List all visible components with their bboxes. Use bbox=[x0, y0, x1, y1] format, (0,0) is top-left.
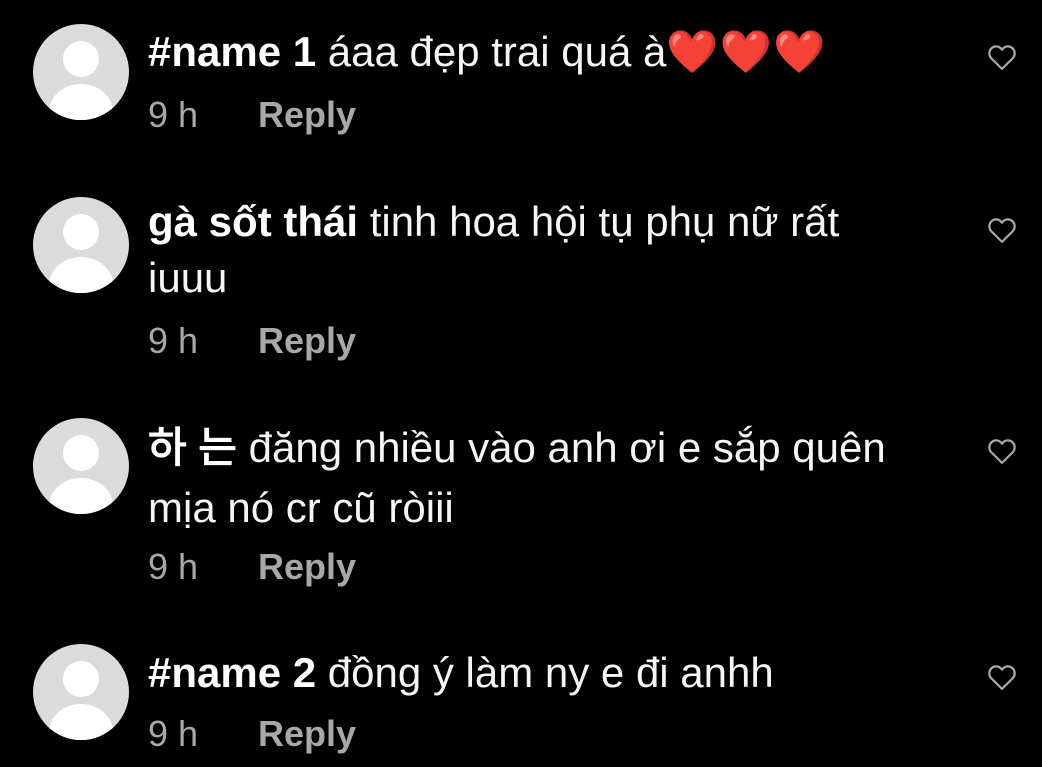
comment-username[interactable]: gà sốt thái bbox=[148, 198, 358, 245]
avatar[interactable] bbox=[33, 24, 129, 120]
heart-outline-icon bbox=[988, 665, 1016, 690]
comment-timestamp: 9 h bbox=[148, 713, 199, 754]
avatar-head-shape bbox=[63, 214, 99, 250]
heart-emoji-icon: ❤️❤️❤️ bbox=[666, 28, 827, 75]
like-button[interactable] bbox=[987, 216, 1017, 244]
like-button[interactable] bbox=[987, 43, 1017, 71]
comment-text: áaa đẹp trai quá à bbox=[316, 28, 667, 75]
avatar-shoulders-shape bbox=[49, 704, 113, 740]
comment-timestamp: 9 h bbox=[148, 94, 199, 135]
reply-button[interactable]: Reply bbox=[258, 94, 356, 135]
comment-meta: 9 h Reply bbox=[148, 321, 356, 361]
avatar-head-shape bbox=[63, 661, 99, 697]
comment-timestamp: 9 h bbox=[148, 320, 199, 361]
avatar-shoulders-shape bbox=[49, 84, 113, 120]
comment-meta: 9 h Reply bbox=[148, 714, 356, 754]
like-button[interactable] bbox=[987, 663, 1017, 691]
avatar[interactable] bbox=[33, 197, 129, 293]
avatar-head-shape bbox=[63, 41, 99, 77]
avatar[interactable] bbox=[33, 418, 129, 514]
comment-body: #name 2 đồng ý làm ny e đi anhh bbox=[148, 645, 938, 701]
heart-outline-icon bbox=[988, 45, 1016, 70]
like-button[interactable] bbox=[987, 437, 1017, 465]
comment-body: 하 는 đăng nhiều vào anh ơi e sắp quên mịa… bbox=[148, 418, 908, 538]
comment-body: #name 1 áaa đẹp trai quá à❤️❤️❤️ bbox=[148, 24, 938, 80]
avatar-shoulders-shape bbox=[49, 478, 113, 514]
comment-text: đăng nhiều vào anh ơi e sắp quên mịa nó … bbox=[148, 424, 886, 531]
avatar-head-shape bbox=[63, 435, 99, 471]
comment-text: đồng ý làm ny e đi anhh bbox=[316, 649, 774, 696]
comment-timestamp: 9 h bbox=[148, 546, 199, 587]
heart-outline-icon bbox=[988, 439, 1016, 464]
avatar[interactable] bbox=[33, 644, 129, 740]
heart-outline-icon bbox=[988, 218, 1016, 243]
comment-body: gà sốt thái tinh hoa hội tụ phụ nữ rất i… bbox=[148, 194, 928, 306]
comment-meta: 9 h Reply bbox=[148, 95, 356, 135]
comments-screen: { "comments": [ { "username": "#name 1",… bbox=[0, 0, 1042, 767]
comment-username[interactable]: 하 는 bbox=[148, 424, 237, 471]
avatar-shoulders-shape bbox=[49, 257, 113, 293]
comment-username[interactable]: #name 1 bbox=[148, 28, 316, 75]
reply-button[interactable]: Reply bbox=[258, 713, 356, 754]
reply-button[interactable]: Reply bbox=[258, 546, 356, 587]
comment-meta: 9 h Reply bbox=[148, 547, 356, 587]
reply-button[interactable]: Reply bbox=[258, 320, 356, 361]
comment-username[interactable]: #name 2 bbox=[148, 649, 316, 696]
